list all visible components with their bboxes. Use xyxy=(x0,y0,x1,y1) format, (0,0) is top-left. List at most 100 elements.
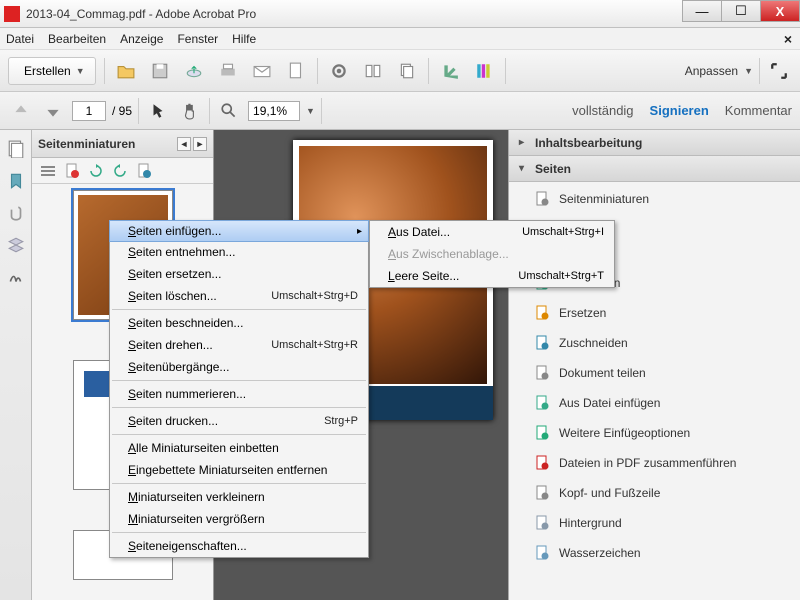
maximize-button[interactable]: ☐ xyxy=(721,0,761,22)
menu-bearbeiten[interactable]: Bearbeiten xyxy=(48,32,106,46)
arrow-up-icon xyxy=(12,102,30,120)
section-seiten[interactable]: ▾ Seiten xyxy=(509,156,800,182)
menu-hilfe[interactable]: Hilfe xyxy=(232,32,256,46)
tool-label: Hintergrund xyxy=(559,516,622,530)
menu-item[interactable]: Seiten entnehmen... xyxy=(110,241,368,263)
save-button[interactable] xyxy=(147,58,173,84)
menu-item[interactable]: Seiten löschen...Umschalt+Strg+D xyxy=(110,285,368,307)
menu-fenster[interactable]: Fenster xyxy=(177,32,218,46)
thumb-options-icon[interactable] xyxy=(40,163,56,179)
tool-item[interactable]: Kopf- und Fußzeile xyxy=(533,482,800,504)
menu-item-label: Miniaturseiten vergrößern xyxy=(128,512,265,526)
menu-anzeige[interactable]: Anzeige xyxy=(120,32,163,46)
minimize-button[interactable]: — xyxy=(682,0,722,22)
menu-item[interactable]: Seiten drucken...Strg+P xyxy=(110,410,368,432)
settings-button[interactable] xyxy=(326,58,352,84)
thumbnails-tab-icon[interactable] xyxy=(7,140,25,158)
tool-icon xyxy=(533,334,551,352)
create-label: Erstellen xyxy=(24,64,71,78)
page-number-input[interactable] xyxy=(72,101,106,121)
menu-item[interactable]: Seitenübergänge... xyxy=(110,356,368,378)
submenu-item[interactable]: Aus Datei...Umschalt+Strg+I xyxy=(370,221,614,243)
layers-tab-icon[interactable] xyxy=(7,236,25,254)
menu-item[interactable]: Seiten nummerieren... xyxy=(110,383,368,405)
menu-item-label: Seiten entnehmen... xyxy=(128,245,235,259)
menu-item[interactable]: Eingebettete Miniaturseiten entfernen xyxy=(110,459,368,481)
cloud-up-icon xyxy=(185,62,203,80)
tool-item[interactable]: Ersetzen xyxy=(533,302,800,324)
menu-item[interactable]: Seiteneigenschaften... xyxy=(110,535,368,557)
tool-item[interactable]: Seitenminiaturen xyxy=(533,188,800,210)
hand-tool[interactable] xyxy=(177,98,203,124)
tool-item[interactable]: Weitere Einfügeoptionen xyxy=(533,422,800,444)
chevron-down-icon[interactable]: ▼ xyxy=(306,106,315,116)
sign-link[interactable]: Signieren xyxy=(650,103,709,118)
thumb-rotate1-icon[interactable] xyxy=(88,163,104,179)
print-button[interactable] xyxy=(215,58,241,84)
open-button[interactable] xyxy=(113,58,139,84)
tool-item[interactable]: Aus Datei einfügen xyxy=(533,392,800,414)
tool-label: Seitenminiaturen xyxy=(559,192,649,206)
submenu-item[interactable]: Leere Seite...Umschalt+Strg+T xyxy=(370,265,614,287)
cloud-button[interactable] xyxy=(181,58,207,84)
page-up-button[interactable] xyxy=(8,98,34,124)
color-button[interactable] xyxy=(471,58,497,84)
attachment-tab-icon[interactable] xyxy=(7,204,25,222)
tool-label: Dokument teilen xyxy=(559,366,646,380)
section1-label: Inhaltsbearbeitung xyxy=(535,136,642,150)
submenu-item-label: Aus Datei... xyxy=(388,225,450,239)
tool2-button[interactable] xyxy=(360,58,386,84)
zoom-tool[interactable] xyxy=(216,98,242,124)
title-bar: 2013-04_Commag.pdf - Adobe Acrobat Pro —… xyxy=(0,0,800,28)
menu-item[interactable]: Seiten ersetzen... xyxy=(110,263,368,285)
page-button[interactable] xyxy=(283,58,309,84)
zoom-input[interactable]: 19,1% xyxy=(248,101,300,121)
thumb-more-icon[interactable] xyxy=(136,163,152,179)
chevron-down-icon: ▼ xyxy=(744,66,753,76)
customize-label[interactable]: Anpassen xyxy=(685,64,738,78)
tool-label: Wasserzeichen xyxy=(559,546,641,560)
fullscreen-button[interactable] xyxy=(766,58,792,84)
tool-item[interactable]: Dateien in PDF zusammenführen xyxy=(533,452,800,474)
menu-shortcut: Umschalt+Strg+D xyxy=(271,290,358,302)
comment-link[interactable]: Kommentar xyxy=(725,103,792,118)
thumb-delete-icon[interactable] xyxy=(64,163,80,179)
chevron-down-icon: ▾ xyxy=(519,163,529,174)
close-button[interactable]: X xyxy=(760,0,800,22)
tool3-button[interactable] xyxy=(394,58,420,84)
menu-item[interactable]: Seiten beschneiden... xyxy=(110,312,368,334)
section-inhaltsbearbeitung[interactable]: ▸ Inhaltsbearbeitung xyxy=(509,130,800,156)
menu-item[interactable]: Miniaturseiten verkleinern xyxy=(110,486,368,508)
mail-button[interactable] xyxy=(249,58,275,84)
tool-icon xyxy=(533,454,551,472)
nav-rail xyxy=(0,130,32,600)
pager-prev-icon[interactable]: ◄ xyxy=(177,137,191,151)
menu-item[interactable]: Alle Miniaturseiten einbetten xyxy=(110,437,368,459)
menu-datei[interactable]: Datei xyxy=(6,32,34,46)
menu-item[interactable]: Miniaturseiten vergrößern xyxy=(110,508,368,530)
pager-next-icon[interactable]: ► xyxy=(193,137,207,151)
view-full-link[interactable]: vollständig xyxy=(572,103,633,118)
sign-tab-icon[interactable] xyxy=(7,268,25,286)
thumb-rotate2-icon[interactable] xyxy=(112,163,128,179)
arrow-down-icon xyxy=(44,102,62,120)
tool-item[interactable]: Hintergrund xyxy=(533,512,800,534)
tool-label: Zuschneiden xyxy=(559,336,628,350)
tool4-button[interactable] xyxy=(437,58,463,84)
page-down-button[interactable] xyxy=(40,98,66,124)
tool-item[interactable]: Dokument teilen xyxy=(533,362,800,384)
cursor-tool[interactable] xyxy=(145,98,171,124)
menu-item[interactable]: Seiten drehen...Umschalt+Strg+R xyxy=(110,334,368,356)
nav-toolbar: / 95 19,1% ▼ vollständig Signieren Komme… xyxy=(0,92,800,130)
printer-icon xyxy=(219,62,237,80)
bookmark-tab-icon[interactable] xyxy=(7,172,25,190)
menu-item-label: Seiten drehen... xyxy=(128,338,213,352)
tool-item[interactable]: Zuschneiden xyxy=(533,332,800,354)
menu-item[interactable]: Seiten einfügen...▸ xyxy=(109,220,369,242)
menubar-close-icon[interactable]: × xyxy=(784,31,792,47)
thumbnails-toolbar xyxy=(32,158,213,184)
menu-item-label: Seitenübergänge... xyxy=(128,360,229,374)
tool-item[interactable]: Wasserzeichen xyxy=(533,542,800,564)
create-button[interactable]: Erstellen ▼ xyxy=(8,57,96,85)
tools-pane: ▸ Inhaltsbearbeitung ▾ Seiten Seitenmini… xyxy=(508,130,800,600)
